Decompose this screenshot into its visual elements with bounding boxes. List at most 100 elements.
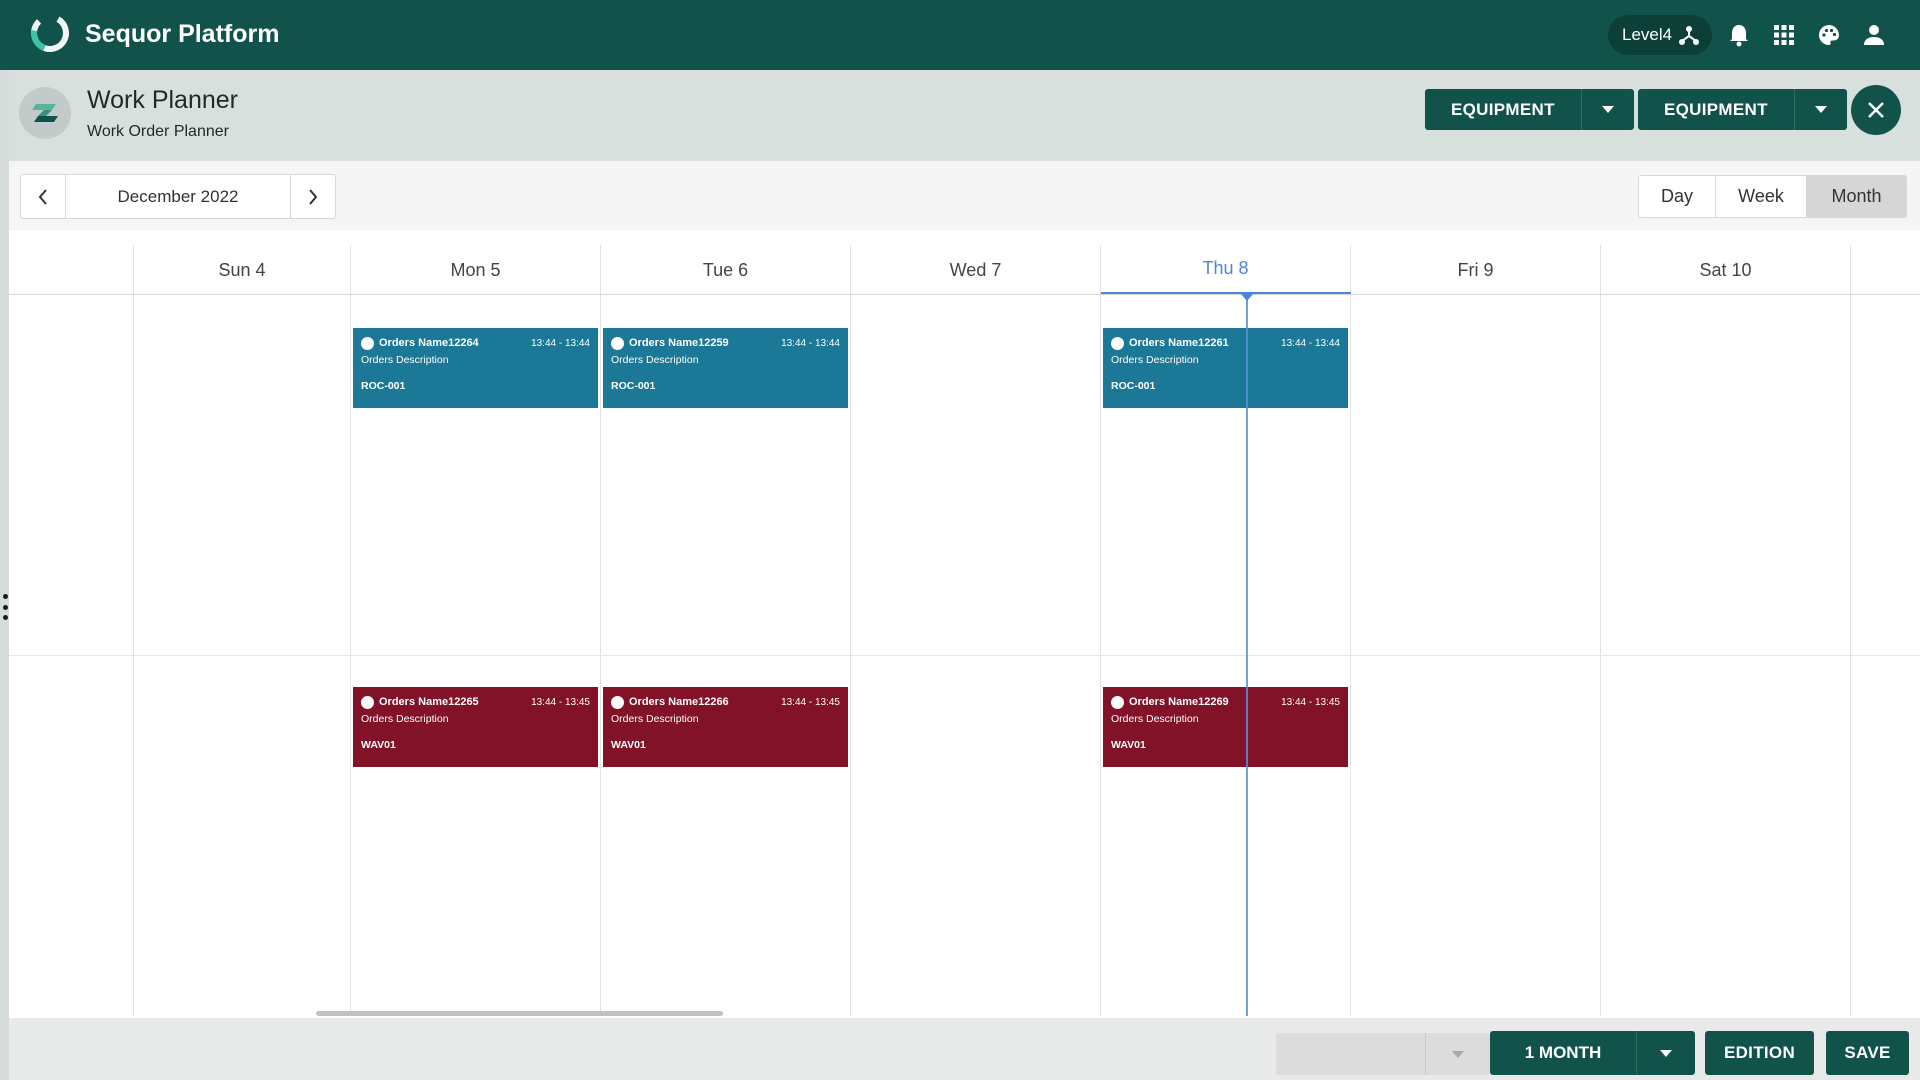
page-header: Work Planner Work Order Planner EQUIPMEN… <box>9 70 1920 161</box>
status-dot-icon <box>611 695 624 709</box>
event-name: Orders Name12259 <box>629 337 729 349</box>
empty-selector-dropdown[interactable] <box>1426 1033 1490 1075</box>
previous-period-button[interactable] <box>21 175 66 218</box>
event-name: Orders Name12269 <box>1129 696 1229 708</box>
event-card[interactable]: Orders Name12265 13:44 - 13:45 Orders Des… <box>353 687 598 767</box>
event-card[interactable]: Orders Name12264 13:44 - 13:44 Orders Des… <box>353 328 598 408</box>
user-icon[interactable] <box>1859 20 1889 50</box>
side-panel-edge <box>0 70 9 1080</box>
event-name: Orders Name12265 <box>379 696 479 708</box>
event-name: Orders Name12264 <box>379 337 479 349</box>
day-header-thu-today: Thu 8 <box>1202 257 1249 278</box>
day-header-mon: Mon 5 <box>450 259 501 280</box>
event-description: Orders Description <box>361 354 449 366</box>
event-card[interactable]: Orders Name12269 13:44 - 13:45 Orders Des… <box>1103 687 1348 767</box>
event-description: Orders Description <box>361 713 449 725</box>
status-dot-icon <box>1111 695 1124 709</box>
view-switcher: Day Week Month <box>1638 175 1907 218</box>
event-resource: WAV01 <box>361 739 396 751</box>
save-button[interactable]: SAVE <box>1826 1031 1909 1075</box>
palette-icon[interactable] <box>1814 20 1844 50</box>
event-card[interactable]: Orders Name12266 13:44 - 13:45 Orders Des… <box>603 687 848 767</box>
event-time: 13:44 - 13:44 <box>531 337 590 349</box>
current-time-marker-icon <box>1241 294 1253 301</box>
view-month-button[interactable]: Month <box>1807 176 1906 217</box>
grid-line <box>600 245 601 1016</box>
module-logo-icon <box>19 87 71 139</box>
grid-line <box>350 245 351 1016</box>
day-header-sat: Sat 10 <box>1699 259 1752 280</box>
caret-down-icon <box>1814 106 1827 113</box>
close-icon <box>1868 102 1884 118</box>
header-divider <box>9 294 1920 295</box>
level-selector[interactable]: Level4 <box>1608 15 1712 55</box>
chevron-right-icon <box>309 188 318 205</box>
current-time-line <box>1246 294 1248 1016</box>
level-label: Level4 <box>1622 25 1673 44</box>
network-icon <box>1679 26 1699 45</box>
current-period-label[interactable]: December 2022 <box>66 175 290 218</box>
status-dot-icon <box>361 336 374 350</box>
view-week-button[interactable]: Week <box>1716 176 1807 217</box>
caret-down-icon <box>1601 106 1614 113</box>
event-description: Orders Description <box>1111 354 1199 366</box>
event-time: 13:44 - 13:45 <box>781 696 840 708</box>
empty-selector-field[interactable] <box>1276 1033 1426 1075</box>
equipment-dropdown-2[interactable] <box>1795 89 1847 130</box>
event-description: Orders Description <box>611 713 699 725</box>
range-button[interactable]: 1 MONTH <box>1490 1031 1637 1075</box>
bell-icon[interactable] <box>1724 20 1754 50</box>
event-resource: WAV01 <box>1111 739 1146 751</box>
day-header-wed: Wed 7 <box>949 259 1002 280</box>
calendar-grid: Sun 4 Mon 5 Tue 6 Wed 7 Thu 8 Fri 9 Sat … <box>9 230 1920 1018</box>
footer-bar: 1 MONTH EDITION SAVE <box>9 1018 1920 1080</box>
event-time: 13:44 - 13:45 <box>1281 696 1340 708</box>
equipment-dropdown-1[interactable] <box>1582 89 1634 130</box>
empty-selector <box>1276 1033 1490 1075</box>
app-title: Sequor Platform <box>85 20 280 48</box>
day-header-sun: Sun 4 <box>218 259 266 280</box>
event-resource: ROC-001 <box>611 380 656 392</box>
equipment-split-button-1: EQUIPMENT <box>1425 89 1634 130</box>
page-subtitle: Work Order Planner <box>87 123 229 140</box>
event-time: 13:44 - 13:44 <box>781 337 840 349</box>
grid-line <box>850 245 851 1016</box>
view-day-button[interactable]: Day <box>1639 176 1716 217</box>
grid-line <box>1850 245 1851 1016</box>
next-period-button[interactable] <box>290 175 335 218</box>
grid-line <box>1350 245 1351 1016</box>
event-resource: WAV01 <box>611 739 646 751</box>
event-time: 13:44 - 13:44 <box>1281 337 1340 349</box>
range-dropdown[interactable] <box>1637 1031 1695 1075</box>
status-dot-icon <box>361 695 374 709</box>
event-card[interactable]: Orders Name12261 13:44 - 13:44 Orders Des… <box>1103 328 1348 408</box>
equipment-button-1[interactable]: EQUIPMENT <box>1425 89 1582 130</box>
grid-line <box>1100 245 1101 1016</box>
status-dot-icon <box>611 336 624 350</box>
grid-line <box>133 245 134 1016</box>
day-header-fri: Fri 9 <box>1457 259 1494 280</box>
edition-button[interactable]: EDITION <box>1705 1031 1814 1075</box>
calendar-toolbar: December 2022 Day Week Month <box>9 161 1920 230</box>
range-split-button: 1 MONTH <box>1490 1031 1695 1075</box>
row-divider <box>9 655 1920 656</box>
caret-down-icon <box>1660 1049 1672 1057</box>
equipment-button-2[interactable]: EQUIPMENT <box>1638 89 1795 130</box>
chevron-left-icon <box>38 188 47 205</box>
event-resource: ROC-001 <box>1111 380 1156 392</box>
date-navigator: December 2022 <box>20 174 336 219</box>
grid-line <box>1600 245 1601 1016</box>
event-card[interactable]: Orders Name12259 13:44 - 13:44 Orders Des… <box>603 328 848 408</box>
event-time: 13:44 - 13:45 <box>531 696 590 708</box>
side-panel-drag-handle-icon[interactable] <box>1 594 9 620</box>
apps-grid-icon[interactable] <box>1769 20 1799 50</box>
horizontal-scrollbar[interactable] <box>316 1011 723 1016</box>
caret-down-icon <box>1452 1050 1464 1058</box>
day-header-tue: Tue 6 <box>702 259 749 280</box>
close-button[interactable] <box>1851 85 1901 135</box>
event-description: Orders Description <box>611 354 699 366</box>
event-resource: ROC-001 <box>361 380 406 392</box>
app-bar: Sequor Platform Level4 <box>0 0 1920 70</box>
event-description: Orders Description <box>1111 713 1199 725</box>
sequor-logo-icon <box>31 14 69 52</box>
